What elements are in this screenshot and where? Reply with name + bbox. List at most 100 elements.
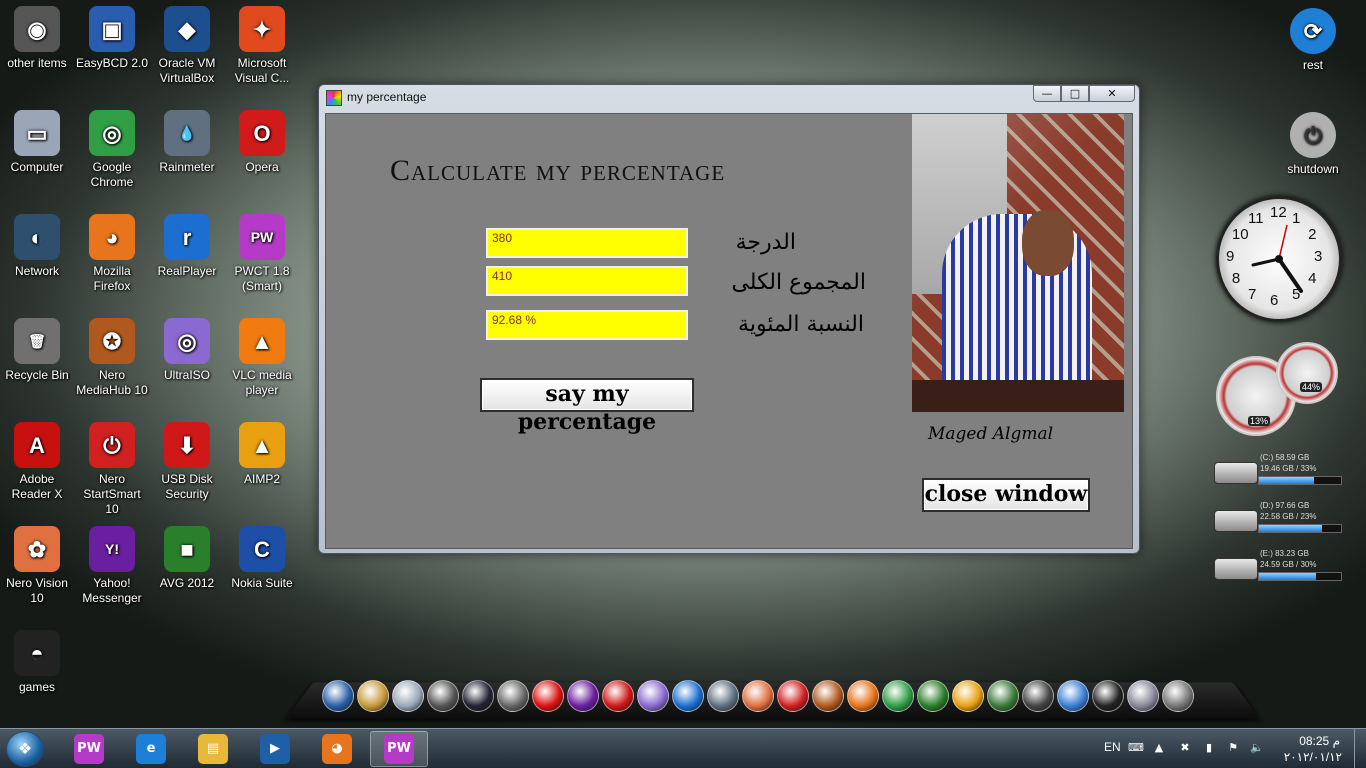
total-input[interactable]: 410: [486, 266, 688, 296]
desktop-icon-rainmeter[interactable]: 💧 Rainmeter: [150, 110, 224, 175]
desktop-icon-mozilla-firefox[interactable]: ◕ Mozilla Firefox: [75, 214, 149, 294]
nero-startsmart-icon[interactable]: [777, 680, 809, 712]
title-bar[interactable]: my percentage — □ ✕: [319, 85, 1139, 109]
desktop-icon-realplayer[interactable]: r RealPlayer: [150, 214, 224, 279]
desktop-icon-nero-vision-10[interactable]: ✿ Nero Vision 10: [0, 526, 74, 606]
desktop-icon-label: Adobe Reader X: [11, 472, 63, 501]
desktop-icon-vlc-media-player[interactable]: ▲ VLC media player: [225, 318, 299, 398]
aimp-icon[interactable]: [952, 680, 984, 712]
rainmeter-icon[interactable]: [707, 680, 739, 712]
recycle-bin-icon[interactable]: [1162, 680, 1194, 712]
clock-time[interactable]: 08:25 م: [1284, 734, 1340, 748]
trash-icon[interactable]: [427, 680, 459, 712]
arrow-down-icon: ⬇: [164, 422, 210, 468]
desktop-icon-aimp2[interactable]: ▲ AIMP2: [225, 422, 299, 487]
tuxedo-icon[interactable]: [1092, 680, 1124, 712]
firefox-icon[interactable]: [847, 680, 879, 712]
desktop-icon-label: USB Disk Security: [161, 472, 213, 501]
desktop-icon-adobe-reader-x[interactable]: A Adobe Reader X: [0, 422, 74, 502]
taskbar-app-firefox[interactable]: ◕: [308, 731, 366, 767]
desktop-icon-avg-2012[interactable]: ■ AVG 2012: [150, 526, 224, 591]
battery-icon[interactable]: ▮: [1202, 741, 1216, 755]
ram-value: 44%: [1300, 382, 1323, 392]
taskbar-app-pwct-task[interactable]: PW: [60, 731, 118, 767]
chrome-icon[interactable]: [882, 680, 914, 712]
grade-input[interactable]: 380: [486, 228, 688, 258]
taskbar-app-explorer[interactable]: ▤: [184, 731, 242, 767]
desktop-icon-nero-mediahub-10[interactable]: ✪ Nero MediaHub 10: [75, 318, 149, 398]
maximize-button[interactable]: □: [1061, 85, 1089, 102]
nokia-suite-icon: C: [239, 526, 285, 572]
desktop-icon-label: Mozilla Firefox: [93, 264, 131, 293]
taskbar-app-media-player[interactable]: ▶: [246, 731, 304, 767]
chevron-up-icon[interactable]: ▲: [1152, 741, 1166, 755]
folder-icon[interactable]: [497, 680, 529, 712]
gear-icon[interactable]: [1127, 680, 1159, 712]
drive-name: (C:) 58.59 GB: [1260, 453, 1310, 462]
percentage-output[interactable]: 92.68 %: [486, 310, 688, 340]
desktop-icon-computer[interactable]: ▭ Computer: [0, 110, 74, 175]
say-percentage-button[interactable]: say my percentage: [480, 378, 694, 435]
desktop-icon-label: Recycle Bin: [5, 368, 69, 382]
network-globe-icon: ◐: [14, 214, 60, 260]
desktop-icon-rest[interactable]: ⟳ rest: [1276, 8, 1350, 73]
clock-number: 2: [1308, 226, 1317, 243]
drive-d[interactable]: (D:) 97.66 GB 22.58 GB / 23%: [1214, 500, 1344, 540]
language-indicator[interactable]: EN: [1104, 740, 1121, 754]
windows-start-icon[interactable]: ❖: [6, 731, 44, 767]
taskbar-app-internet-explorer[interactable]: e: [122, 731, 180, 767]
desktop-icon-usb-disk-security[interactable]: ⬇ USB Disk Security: [150, 422, 224, 502]
desktop-icon-network[interactable]: ◐ Network: [0, 214, 74, 279]
virtualbox-cube-icon: ◆: [164, 6, 210, 52]
clock-number: 11: [1248, 209, 1264, 227]
speaker-icon[interactable]: 🔈: [1250, 741, 1264, 755]
close-window-button[interactable]: close window: [922, 478, 1090, 512]
desktop-icon-nokia-suite[interactable]: C Nokia Suite: [225, 526, 299, 591]
drive-c[interactable]: (C:) 58.59 GB 19.46 GB / 33%: [1214, 452, 1344, 492]
disc-burner-icon[interactable]: [392, 680, 424, 712]
clock-gadget[interactable]: 12 1 2 3 4 5 6 7 8 9 10 11: [1216, 196, 1342, 322]
computer-box-icon: ▣: [89, 6, 135, 52]
desktop-icon-ultraiso[interactable]: ◎ UltraISO: [150, 318, 224, 383]
power-button-icon: ⏻: [89, 422, 135, 468]
drive-e[interactable]: (E:) 83.23 GB 24.59 GB / 30%: [1214, 548, 1344, 588]
desktop-icon-label: VLC media player: [232, 368, 292, 397]
minimize-button[interactable]: —: [1033, 85, 1061, 102]
desktop-icon-oracle-vm-virtualbox[interactable]: ◆ Oracle VM VirtualBox: [150, 6, 224, 86]
show-desktop-button[interactable]: [1354, 729, 1366, 768]
keyboard-icon[interactable]: ⌨: [1128, 741, 1144, 755]
desktop-icon-google-chrome[interactable]: ◎ Google Chrome: [75, 110, 149, 190]
desktop-icon-shutdown[interactable]: ⏻ shutdown: [1276, 112, 1350, 177]
clock-icon[interactable]: [1022, 680, 1054, 712]
hard-drive-icon: [1214, 510, 1258, 532]
steam-icon[interactable]: [322, 680, 354, 712]
desktop-icon-pwct-1-8-smart[interactable]: PW PWCT 1.8 (Smart): [225, 214, 299, 294]
yahoo-icon[interactable]: [567, 680, 599, 712]
quick-tools-icon[interactable]: [357, 680, 389, 712]
network-icon[interactable]: [462, 680, 494, 712]
drive-usage-bar: [1258, 476, 1342, 485]
usb-security-icon[interactable]: [602, 680, 634, 712]
desktop-icon-yahoo-messenger[interactable]: Y! Yahoo! Messenger: [75, 526, 149, 606]
avg-icon[interactable]: [917, 680, 949, 712]
desktop-icon-games[interactable]: ◓ games: [0, 630, 74, 695]
desktop-icon-microsoft-visual-c[interactable]: ✦ Microsoft Visual C...: [225, 6, 299, 86]
desktop-icon-other-items[interactable]: ◉ other items: [0, 6, 74, 71]
action-center-flag-icon[interactable]: ⚑: [1226, 741, 1240, 755]
nero-vision-icon[interactable]: [742, 680, 774, 712]
realplayer-icon[interactable]: [672, 680, 704, 712]
desktop-icon-opera[interactable]: O Opera: [225, 110, 299, 175]
ultraiso-icon[interactable]: [637, 680, 669, 712]
globe-icon[interactable]: [1057, 680, 1089, 712]
nero-mediahub-icon[interactable]: [812, 680, 844, 712]
opera-icon[interactable]: [532, 680, 564, 712]
desktop-icon-recycle-bin[interactable]: 🗑 Recycle Bin: [0, 318, 74, 383]
taskbar-app-pwct-active[interactable]: PW: [370, 731, 428, 767]
network-alert-icon[interactable]: ✖: [1178, 741, 1192, 755]
desktop-icon-easybcd-2-0[interactable]: ▣ EasyBCD 2.0: [75, 6, 149, 71]
desktop-icon-nero-startsmart-10[interactable]: ⏻ Nero StartSmart 10: [75, 422, 149, 517]
photo-tools-icon[interactable]: [987, 680, 1019, 712]
clock-date[interactable]: ٢٠١٢/٠١/١٢: [1270, 750, 1342, 764]
percentage-window: my percentage — □ ✕ Calculate my percent…: [318, 84, 1140, 554]
close-icon[interactable]: ✕: [1089, 85, 1135, 102]
